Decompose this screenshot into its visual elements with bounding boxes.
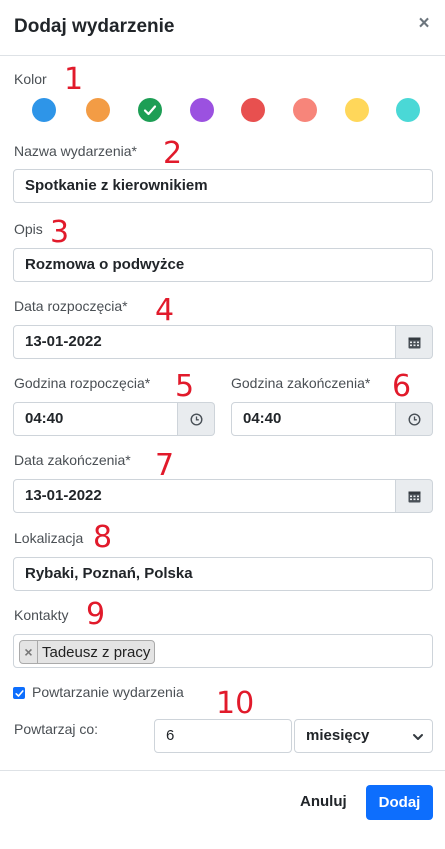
start-date-calendar-button[interactable] (396, 325, 433, 359)
repeat-every-label: Powtarzaj co: (14, 721, 99, 737)
annotation-9: 9 (86, 597, 106, 632)
annotation-7: 7 (155, 448, 175, 483)
contact-tag: × Tadeusz z pracy (19, 640, 156, 664)
modal-header: Dodaj wydarzenie × (0, 0, 445, 56)
start-time-label: Godzina rozpoczęcia* (14, 375, 151, 391)
remove-tag-icon[interactable]: × (20, 641, 38, 663)
location-input[interactable]: Rybaki, Poznań, Polska (13, 557, 433, 591)
add-button[interactable]: Dodaj (366, 785, 433, 820)
start-date-input[interactable]: 13-01-2022 (13, 325, 396, 359)
checkmark-icon (143, 105, 157, 116)
end-date-input[interactable]: 13-01-2022 (13, 479, 396, 513)
checkmark-icon (14, 689, 24, 697)
end-date-calendar-button[interactable] (396, 479, 433, 513)
color-option-cyan[interactable] (396, 98, 420, 122)
modal-title: Dodaj wydarzenie (14, 16, 175, 37)
annotation-3: 3 (50, 215, 70, 250)
cancel-button[interactable]: Anuluj (300, 791, 350, 813)
annotation-5: 5 (175, 369, 195, 404)
color-option-yellow[interactable] (345, 98, 369, 122)
color-option-orange[interactable] (86, 98, 110, 122)
end-time-clock-button[interactable] (396, 402, 433, 436)
annotation-10: 10 (216, 686, 255, 721)
annotation-1: 1 (64, 62, 84, 97)
color-option-red[interactable] (241, 98, 265, 122)
event-name-label: Nazwa wydarzenia* (14, 143, 137, 159)
start-date-label: Data rozpoczęcia* (14, 298, 128, 314)
description-label: Opis (14, 221, 43, 237)
annotation-4: 4 (155, 293, 175, 328)
color-option-green-selected[interactable] (138, 98, 162, 122)
repeat-every-input[interactable]: 6 (154, 719, 292, 753)
add-event-modal: Dodaj wydarzenie × Kolor 1 Nazwa wydarze… (0, 0, 445, 849)
clock-icon (407, 412, 421, 426)
calendar-icon (408, 491, 420, 502)
contact-tag-label: Tadeusz z pracy (42, 643, 151, 661)
color-label: Kolor (14, 71, 47, 87)
start-time-clock-button[interactable] (178, 402, 215, 436)
end-time-label: Godzina zakończenia* (231, 375, 371, 391)
chevron-down-icon (413, 734, 423, 740)
clock-icon (189, 412, 203, 426)
annotation-2: 2 (163, 136, 183, 171)
repeat-unit-select[interactable]: miesięcy (294, 719, 433, 753)
annotation-6: 6 (392, 369, 412, 404)
close-icon[interactable]: × (416, 14, 432, 34)
color-option-purple[interactable] (190, 98, 214, 122)
contacts-label: Kontakty (14, 607, 69, 623)
repeat-checkbox[interactable] (13, 687, 25, 699)
location-label: Lokalizacja (14, 530, 84, 546)
color-option-salmon[interactable] (293, 98, 317, 122)
repeat-checkbox-label[interactable]: Powtarzanie wydarzenia (32, 684, 184, 700)
annotation-8: 8 (93, 520, 113, 555)
start-time-input[interactable]: 04:40 (13, 402, 178, 436)
color-option-blue[interactable] (32, 98, 56, 122)
description-input[interactable]: Rozmowa o podwyżce (13, 248, 433, 282)
event-name-input[interactable]: Spotkanie z kierownikiem (13, 169, 433, 203)
end-date-label: Data zakończenia* (14, 452, 131, 468)
repeat-unit-value: miesięcy (306, 727, 370, 744)
end-time-input[interactable]: 04:40 (231, 402, 396, 436)
calendar-icon (408, 337, 420, 348)
